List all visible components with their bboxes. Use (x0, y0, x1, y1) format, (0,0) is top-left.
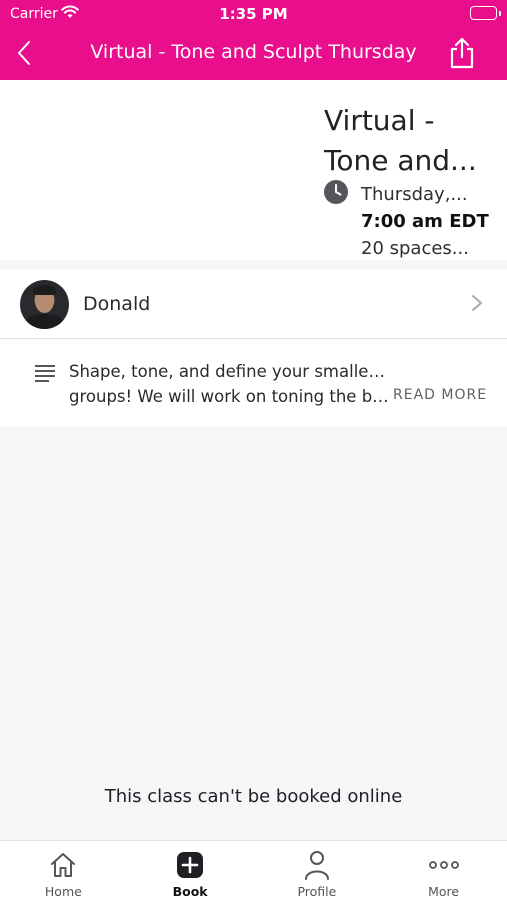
class-title-line1: Virtual - (324, 104, 435, 137)
chevron-left-icon (18, 41, 30, 65)
navigation-bar: Virtual - Tone and Sculpt Thursday (0, 28, 507, 78)
clock-icon (324, 180, 348, 204)
instructor-name: Donald (83, 293, 151, 315)
description-line2: groups! We will work on toning the bi... (69, 387, 391, 406)
avatar (20, 280, 69, 329)
description-line1: Shape, tone, and define your smaller mus… (69, 362, 391, 381)
class-details: Donald Shape, tone, and define your smal… (0, 269, 507, 427)
chevron-right-icon (472, 295, 482, 311)
tab-home-label: Home (44, 884, 82, 899)
text-lines-icon (35, 365, 55, 382)
class-description: Shape, tone, and define your smaller mus… (69, 359, 391, 409)
class-summary-card: Virtual - Tone and... Thursday,... 7:00 … (0, 80, 507, 260)
page-title: Virtual - Tone and Sculpt Thursday (90, 41, 417, 63)
class-spaces: 20 spaces... (361, 238, 469, 259)
class-time: 7:00 am EDT (361, 211, 489, 232)
class-title: Virtual - Tone and... (324, 101, 504, 181)
share-button[interactable] (447, 36, 477, 70)
class-schedule: Thursday,... 7:00 am EDT 20 spaces... (361, 181, 489, 262)
tab-book-label: Book (172, 884, 208, 899)
person-icon (302, 850, 332, 880)
battery-icon (470, 6, 501, 20)
description-row: Shape, tone, and define your smaller mus… (0, 340, 507, 427)
tab-bar: Home Book Profile More (0, 840, 507, 900)
home-icon (48, 850, 78, 880)
app-header: Carrier 1:35 PM Virtual - Tone and Sculp… (0, 0, 507, 80)
clock-time: 1:35 PM (219, 5, 288, 23)
read-more-link[interactable]: READ MORE (393, 387, 487, 403)
more-dots-icon (428, 850, 459, 880)
status-bar: Carrier 1:35 PM (0, 0, 507, 28)
booking-notice: This class can't be booked online (104, 786, 403, 807)
instructor-row[interactable]: Donald (0, 269, 507, 339)
back-button[interactable] (12, 38, 36, 68)
class-title-line2: Tone and... (324, 144, 477, 177)
plus-square-icon (175, 850, 205, 880)
tab-more[interactable]: More (380, 841, 507, 900)
tab-profile[interactable]: Profile (254, 841, 381, 900)
share-icon (450, 37, 474, 69)
tab-profile-label: Profile (297, 884, 337, 899)
tab-book[interactable]: Book (127, 841, 254, 900)
tab-more-label: More (428, 884, 460, 899)
tab-home[interactable]: Home (0, 841, 127, 900)
class-day: Thursday,... (361, 184, 468, 205)
